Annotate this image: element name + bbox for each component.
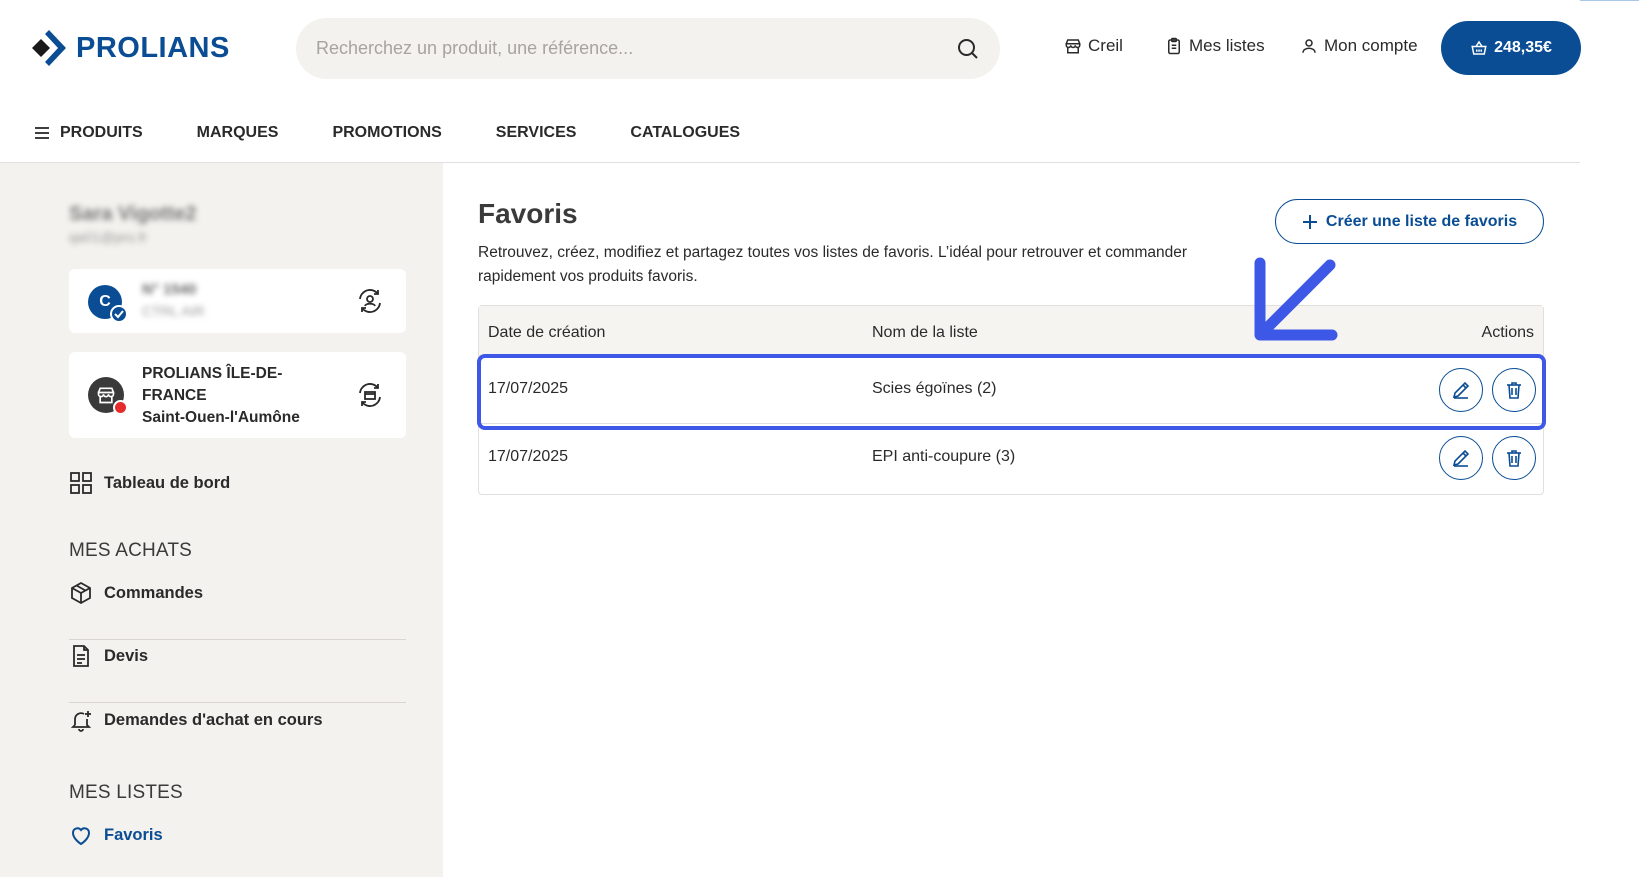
column-name: Nom de la liste (872, 324, 978, 341)
divider (69, 639, 406, 640)
store-icon (97, 387, 115, 404)
table-header: Date de création Nom de la liste Actions (479, 306, 1543, 356)
store-card[interactable]: PROLIANS ÎLE-DE-FRANCE Saint-Ouen-l'Aumô… (69, 352, 406, 438)
delete-list-button[interactable] (1492, 368, 1536, 412)
divider (69, 702, 406, 703)
account-number: N° 1540 (142, 281, 197, 298)
store-label: Creil (1088, 36, 1123, 55)
section-lists: MES LISTES (69, 782, 183, 803)
purchase-requests-label: Demandes d'achat en cours (104, 710, 323, 729)
plus-icon (1302, 214, 1317, 229)
nav-products[interactable]: PRODUITS (34, 124, 143, 142)
logo-mark-icon (32, 30, 66, 66)
my-account-link[interactable]: Mon compte (1300, 36, 1418, 56)
nav-promotions[interactable]: PROMOTIONS (332, 124, 441, 142)
avatar-letter: C (99, 293, 111, 310)
create-button-label: Créer une liste de favoris (1325, 212, 1518, 230)
arrow-annotation-icon (1254, 257, 1338, 341)
main-nav: PRODUITS MARQUES PROMOTIONS SERVICES CAT… (34, 124, 794, 142)
account-sub: CTRL AIR (142, 303, 205, 319)
dashboard-label: Tableau de bord (104, 473, 231, 492)
my-lists-label: Mes listes (1189, 36, 1265, 55)
clipboard-icon (1168, 37, 1180, 55)
table-row[interactable]: 17/07/2025 EPI anti-coupure (3) (479, 424, 1543, 494)
column-date: Date de création (488, 324, 606, 341)
prolians-logo[interactable]: PROLIANS (32, 30, 230, 66)
nav-services[interactable]: SERVICES (496, 124, 577, 142)
document-icon (73, 645, 89, 667)
store-line2: Saint-Ouen-l'Aumône (142, 409, 300, 426)
basket-icon (1471, 40, 1487, 55)
store-line1: PROLIANS ÎLE-DE-FRANCE (142, 365, 283, 404)
nav-catalogues[interactable]: CATALOGUES (630, 124, 740, 142)
quotes-link[interactable]: Devis (69, 644, 148, 668)
row-date: 17/07/2025 (488, 380, 569, 397)
menu-icon (35, 127, 49, 139)
page-description: Retrouvez, créez, modifiez et partagez t… (478, 244, 1188, 285)
account-avatar: C (88, 285, 128, 323)
store-icon (1065, 39, 1081, 54)
package-icon (71, 581, 91, 605)
switch-store-icon[interactable] (356, 381, 384, 409)
site-header: PROLIANS Creil Mes listes Mon compte 248… (0, 0, 1581, 163)
my-account-label: Mon compte (1324, 36, 1418, 55)
nav-products-label: PRODUITS (60, 124, 143, 141)
store-status-dot (113, 400, 128, 415)
nav-brands[interactable]: MARQUES (197, 124, 279, 142)
table-row[interactable]: 17/07/2025 Scies égoïnes (2) (479, 356, 1543, 424)
edit-list-button[interactable] (1439, 368, 1483, 412)
row-date: 17/07/2025 (488, 448, 569, 465)
section-purchases: MES ACHATS (69, 540, 193, 561)
pencil-icon (1452, 381, 1470, 399)
favorites-link[interactable]: Favoris (69, 823, 163, 847)
store-link[interactable]: Creil (1064, 36, 1123, 56)
store-avatar (88, 377, 128, 415)
account-sidebar: Sara Vigotte2 qa01@pro.fr C N° 1540 CTRL… (0, 163, 443, 877)
row-name[interactable]: EPI anti-coupure (3) (872, 448, 1015, 466)
my-lists-link[interactable]: Mes listes (1165, 36, 1265, 56)
store-name: PROLIANS ÎLE-DE-FRANCE Saint-Ouen-l'Aumô… (142, 363, 332, 429)
heart-icon (72, 827, 90, 846)
quotes-label: Devis (104, 646, 149, 665)
search-input[interactable] (316, 38, 956, 59)
trash-icon (1507, 450, 1521, 467)
cart-total: 248,35€ (1494, 39, 1552, 56)
switch-account-icon[interactable] (356, 287, 384, 315)
account-card[interactable]: C N° 1540 CTRL AIR (69, 269, 406, 333)
user-name: Sara Vigotte2 (69, 203, 197, 225)
edit-list-button[interactable] (1439, 436, 1483, 480)
favorites-table: Date de création Nom de la liste Actions… (478, 305, 1544, 495)
orders-link[interactable]: Commandes (69, 581, 203, 605)
trash-icon (1507, 382, 1521, 399)
user-icon (1302, 39, 1316, 53)
dashboard-icon (70, 472, 92, 494)
verified-check-icon (110, 305, 128, 323)
bell-plus-icon (70, 711, 92, 732)
page-title: Favoris (478, 198, 578, 229)
orders-label: Commandes (104, 583, 204, 602)
dashboard-link[interactable]: Tableau de bord (69, 471, 230, 495)
search-bar[interactable] (296, 18, 1000, 79)
cart-button[interactable]: 248,35€ (1441, 21, 1581, 75)
logo-text: PROLIANS (76, 31, 230, 64)
favorites-label: Favoris (104, 825, 163, 844)
pencil-icon (1452, 449, 1470, 467)
search-icon[interactable] (956, 37, 980, 61)
create-favorites-list-button[interactable]: Créer une liste de favoris (1275, 199, 1544, 244)
delete-list-button[interactable] (1492, 436, 1536, 480)
column-actions: Actions (1481, 324, 1534, 341)
purchase-requests-link[interactable]: Demandes d'achat en cours (69, 708, 323, 732)
row-name[interactable]: Scies égoïnes (2) (872, 380, 997, 398)
user-email: qa01@pro.fr (69, 229, 148, 245)
